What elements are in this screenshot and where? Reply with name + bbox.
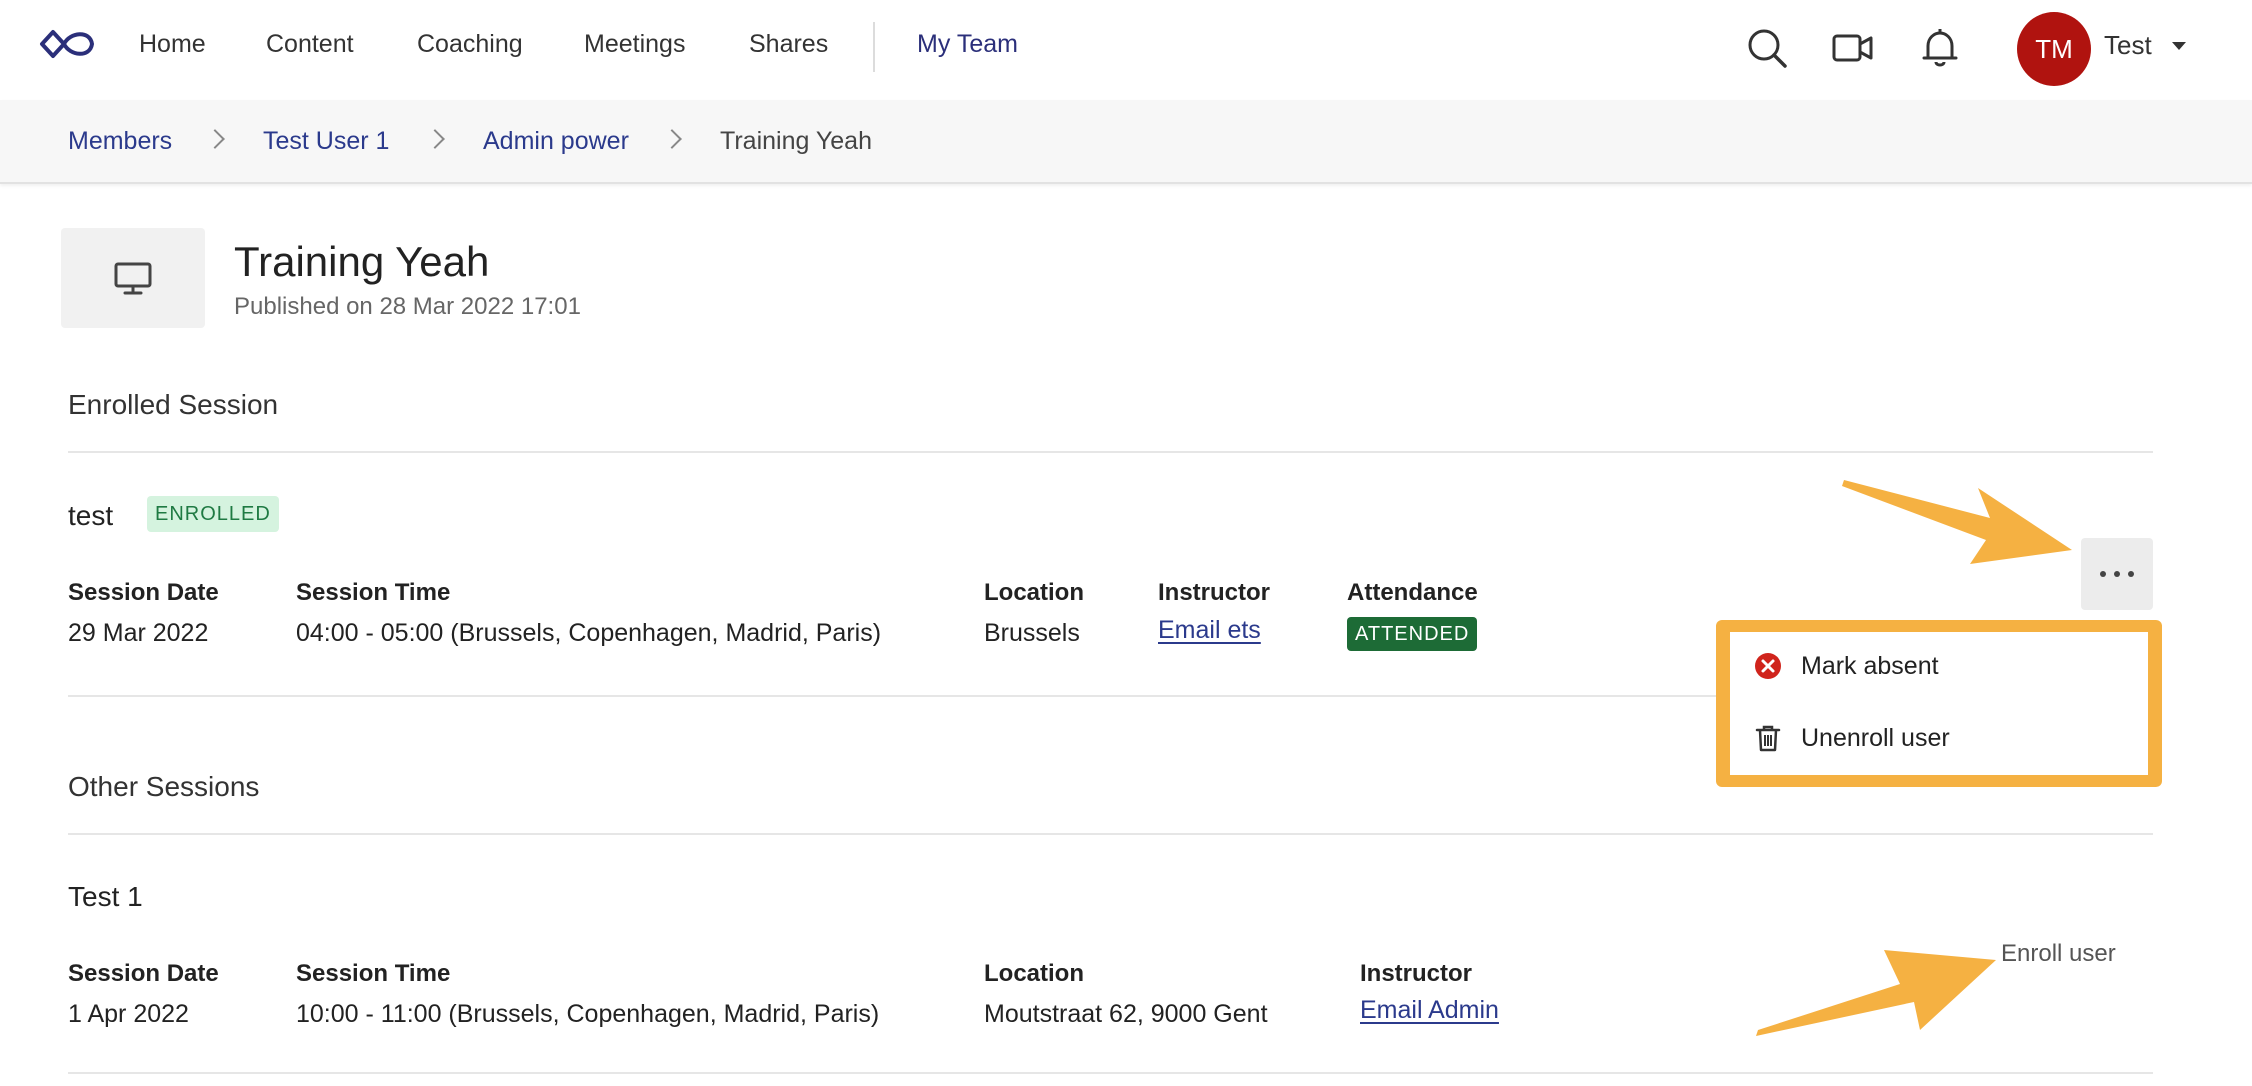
- monitor-icon: [114, 262, 152, 295]
- session-name: test: [68, 500, 114, 531]
- instructor-link[interactable]: Email Admin: [1360, 996, 1499, 1025]
- annotation-arrow-icon: [1842, 480, 2072, 564]
- location-label: Location: [984, 960, 1084, 987]
- menu-item-label: Unenroll user: [1801, 724, 1950, 752]
- location-value: Brussels: [984, 619, 1080, 647]
- instructor-link[interactable]: Email ets: [1158, 616, 1261, 645]
- session-date-label: Session Date: [68, 960, 219, 987]
- instructor-label: Instructor: [1158, 579, 1271, 606]
- top-nav: Home Content Coaching Meetings Shares My…: [0, 0, 2252, 100]
- more-options-button[interactable]: [2081, 538, 2153, 610]
- location-value: Moutstraat 62, 9000 Gent: [984, 1000, 1268, 1028]
- attendance-label: Attendance: [1347, 579, 1478, 606]
- divider: [68, 451, 2153, 453]
- published-date: Published on 28 Mar 2022 17:01: [234, 293, 581, 320]
- breadcrumb-current: Training Yeah: [720, 127, 872, 155]
- session-time-value: 04:00 - 05:00 (Brussels, Copenhagen, Mad…: [296, 619, 882, 647]
- enroll-user-button[interactable]: Enroll user: [2001, 940, 2116, 968]
- status-badge: ENROLLED: [147, 496, 279, 532]
- breadcrumb-admin-power[interactable]: Admin power: [483, 127, 629, 156]
- nav-content[interactable]: Content: [266, 30, 354, 59]
- breadcrumb-members[interactable]: Members: [68, 127, 172, 156]
- nav-my-team[interactable]: My Team: [917, 30, 1018, 59]
- page-title: Training Yeah: [234, 238, 490, 285]
- annotation-arrow-icon: [1756, 950, 1996, 1036]
- session-time-value: 10:00 - 11:00 (Brussels, Copenhagen, Mad…: [296, 1000, 880, 1028]
- attendance-badge: ATTENDED: [1347, 617, 1478, 651]
- session-time-label: Session Time: [296, 960, 451, 987]
- chevron-right-icon: [205, 129, 225, 149]
- nav-shares[interactable]: Shares: [749, 30, 828, 59]
- search-icon[interactable]: [1745, 26, 1789, 70]
- more-dot: [2100, 571, 2106, 577]
- session-date-value: 29 Mar 2022: [68, 619, 209, 647]
- logo-icon[interactable]: [38, 26, 98, 62]
- location-label: Location: [984, 579, 1084, 606]
- divider: [68, 1072, 2153, 1074]
- breadcrumb: Members Test User 1 Admin power Training…: [0, 100, 2252, 184]
- session-date-value: 1 Apr 2022: [68, 1000, 189, 1028]
- error-circle-icon: [1755, 653, 1781, 679]
- video-camera-icon[interactable]: [1831, 26, 1875, 70]
- bell-icon[interactable]: [1918, 26, 1962, 70]
- nav-coaching[interactable]: Coaching: [417, 30, 523, 59]
- menu-item-mark-absent[interactable]: Mark absent: [1730, 632, 2148, 698]
- session-time-label: Session Time: [296, 579, 451, 606]
- content-thumbnail: [61, 228, 205, 328]
- avatar[interactable]: TM: [2017, 12, 2091, 86]
- trash-icon: [1755, 725, 1781, 752]
- nav-home[interactable]: Home: [139, 30, 206, 59]
- nav-meetings[interactable]: Meetings: [584, 30, 685, 59]
- menu-item-unenroll-user[interactable]: Unenroll user: [1730, 704, 2148, 770]
- other-sessions-title: Other Sessions: [68, 771, 260, 802]
- caret-down-icon[interactable]: [2172, 42, 2186, 50]
- nav-divider: [873, 22, 875, 72]
- enrolled-section-title: Enrolled Session: [68, 389, 279, 420]
- chevron-right-icon: [662, 129, 682, 149]
- session-options-menu: Mark absent Unenroll user: [1730, 632, 2148, 775]
- user-menu-name[interactable]: Test: [2104, 30, 2152, 61]
- more-dot: [2114, 571, 2120, 577]
- session-date-label: Session Date: [68, 579, 219, 606]
- more-dot: [2128, 571, 2134, 577]
- instructor-label: Instructor: [1360, 960, 1473, 987]
- chevron-right-icon: [425, 129, 445, 149]
- session-name: Test 1: [68, 881, 143, 912]
- menu-item-label: Mark absent: [1801, 652, 1939, 680]
- divider: [68, 833, 2153, 835]
- breadcrumb-test-user-1[interactable]: Test User 1: [263, 127, 389, 156]
